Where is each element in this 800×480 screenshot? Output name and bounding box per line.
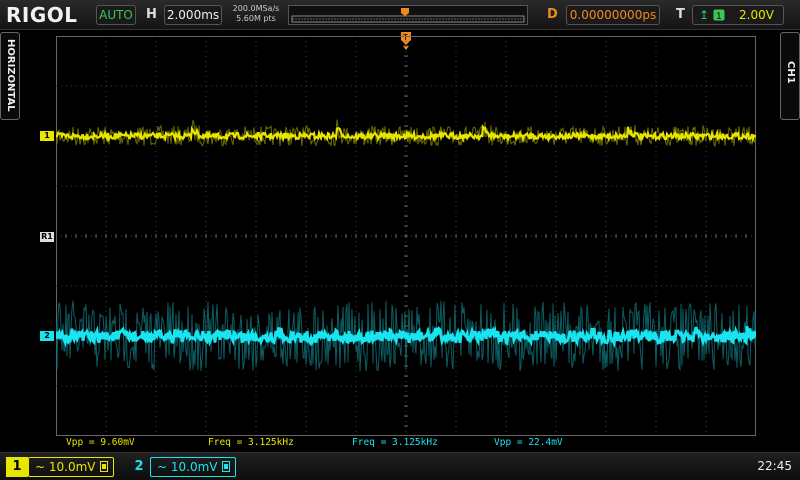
trigger-label: T <box>676 7 685 22</box>
measurement-ch2-vpp: Vpp = 22.4mV <box>494 437 563 448</box>
rising-edge-icon: ↥ <box>699 8 710 22</box>
memory-waveform-icon <box>291 8 525 23</box>
sample-rate: 200.0MSa/s <box>232 4 280 13</box>
channel-bar: 1 ~ 10.0mV 2 ~ 10.0mV 22:45 <box>0 452 800 480</box>
ch2-scale-box[interactable]: ~ 10.0mV <box>150 457 236 477</box>
trigger-position-icon <box>401 8 409 16</box>
waveform-display[interactable] <box>56 36 756 436</box>
ch1-button[interactable]: 1 <box>6 457 28 477</box>
ch2-offset-marker[interactable]: 2 <box>40 331 54 341</box>
measurement-ch1-vpp: Vpp = 9.60mV <box>66 437 135 448</box>
horizontal-tab-label: HORIZONTAL <box>5 39 16 112</box>
delay-value[interactable]: 0.00000000ps <box>566 5 660 25</box>
channel-source-icon: 1 <box>713 9 725 21</box>
memory-position-bar <box>288 5 528 25</box>
ref-offset-marker[interactable]: R1 <box>40 232 54 242</box>
horizontal-menu-tab[interactable]: HORIZONTAL <box>0 32 20 120</box>
measurement-ch2-freq: Freq = 3.125kHz <box>352 437 438 448</box>
ch1-scale-box[interactable]: ~ 10.0mV <box>28 457 114 477</box>
acquisition-info: 200.0MSa/s 5.60M pts <box>228 4 284 24</box>
delay-label: D <box>547 7 558 22</box>
status-bar: RIGOL AUTO H 2.000ms 200.0MSa/s 5.60M pt… <box>0 0 800 30</box>
ch2-button[interactable]: 2 <box>128 457 150 477</box>
waveform-traces <box>56 119 756 372</box>
ac-coupling-icon: ~ <box>157 460 171 474</box>
trigger-level: 2.00V <box>739 8 774 22</box>
svg-text:1: 1 <box>716 12 722 21</box>
ch1-menu-tab[interactable]: CH1 <box>780 32 800 120</box>
measurement-bar: Vpp = 9.60mV Freq = 3.125kHz Freq = 3.12… <box>56 436 756 450</box>
run-mode-indicator[interactable]: AUTO <box>96 5 136 25</box>
brand-logo: RIGOL <box>6 3 78 27</box>
measurement-ch1-freq: Freq = 3.125kHz <box>208 437 294 448</box>
clock: 22:45 <box>757 459 792 473</box>
ac-coupling-icon: ~ <box>35 460 49 474</box>
horizontal-label: H <box>146 7 157 22</box>
timebase-value[interactable]: 2.000ms <box>164 5 222 25</box>
ch2-scale: 10.0mV <box>170 460 218 474</box>
ch1-offset-marker[interactable]: 1 <box>40 131 54 141</box>
ch1-scale: 10.0mV <box>48 460 96 474</box>
memory-depth: 5.60M pts <box>236 14 276 23</box>
ch1-tab-label: CH1 <box>785 61 796 84</box>
bandwidth-limit-icon <box>100 461 108 472</box>
trigger-settings[interactable]: ↥ 1 2.00V <box>692 5 784 25</box>
bandwidth-limit-icon <box>222 461 230 472</box>
